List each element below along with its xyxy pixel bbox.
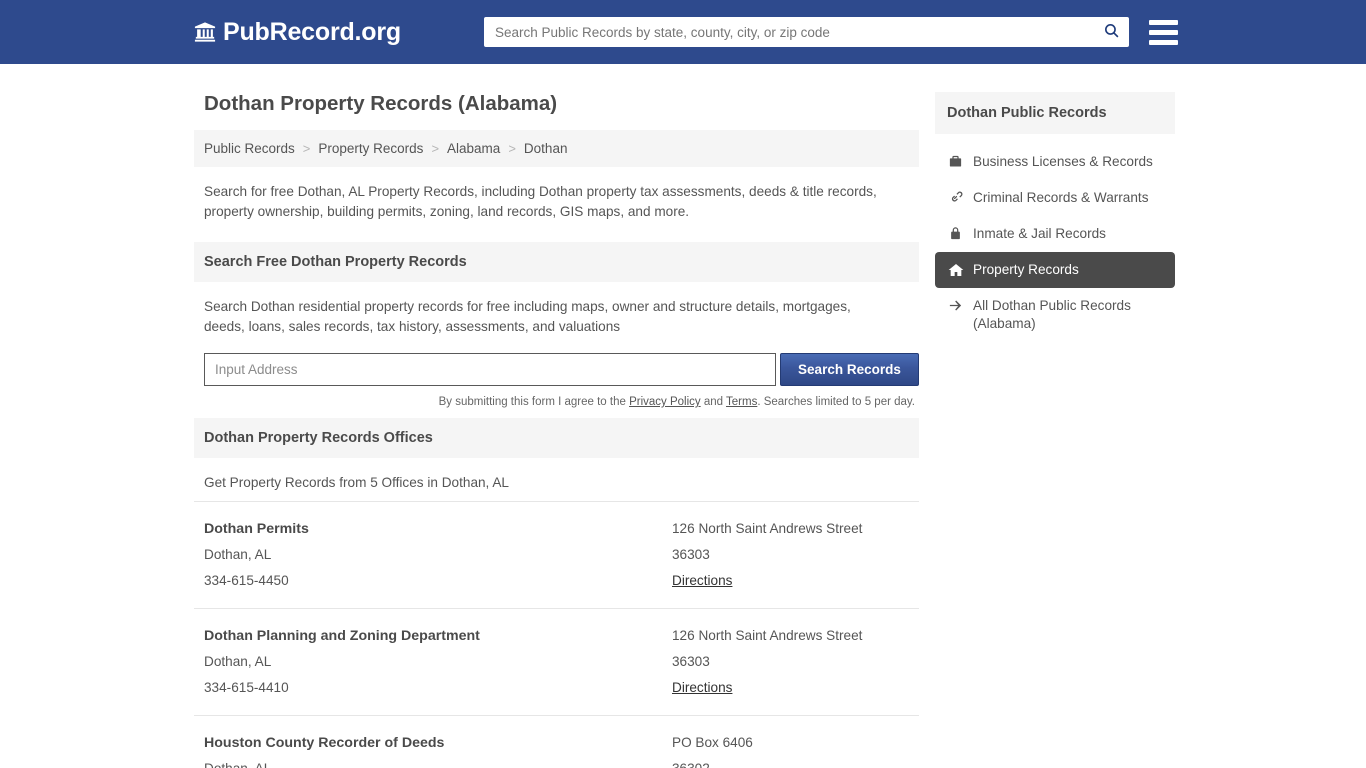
breadcrumb-item-public-records[interactable]: Public Records (204, 141, 295, 156)
office-street: PO Box 6406 (672, 735, 753, 750)
breadcrumb-item-dothan: Dothan (523, 141, 568, 156)
office-name: Dothan Planning and Zoning Department (204, 628, 480, 644)
privacy-policy-link[interactable]: Privacy Policy (629, 396, 701, 408)
office-phone: 334-615-4410 (204, 680, 289, 695)
disclaimer-prefix: By submitting this form I agree to the (438, 396, 630, 408)
terms-link[interactable]: Terms (726, 396, 757, 408)
search-section-heading: Search Free Dothan Property Records (194, 242, 919, 282)
sidebar-list: Business Licenses & Records Criminal Rec… (935, 144, 1175, 342)
office-phone: 334-615-4450 (204, 573, 289, 588)
address-input[interactable] (204, 353, 776, 386)
site-header: PubRecord.org (0, 0, 1366, 64)
page-title: Dothan Property Records (Alabama) (204, 92, 558, 115)
office-city-state: Dothan, AL (204, 654, 272, 669)
main-column: Dothan Property Records (Alabama) Public… (194, 64, 919, 768)
office-street: 126 North Saint Andrews Street (672, 628, 863, 643)
site-logo[interactable]: PubRecord.org (194, 18, 401, 47)
hamburger-bar (1148, 19, 1178, 25)
office-left-col: Dothan Planning and Zoning Department Do… (204, 623, 672, 701)
office-left-col: Dothan Permits Dothan, AL 334-615-4450 (204, 516, 672, 594)
sidebar-item-label: Inmate & Jail Records (973, 226, 1106, 241)
global-search (483, 17, 1129, 47)
office-row: Houston County Recorder of Deeds Dothan,… (194, 715, 919, 768)
office-right-col: PO Box 6406 36302 Directions (672, 730, 909, 768)
breadcrumb-separator: > (508, 141, 516, 156)
sidebar: Dothan Public Records Business Licenses … (935, 64, 1175, 342)
disclaimer-and: and (700, 396, 727, 408)
sidebar-item-label: Property Records (973, 262, 1079, 277)
hamburger-bar (1148, 39, 1178, 45)
university-icon (194, 21, 216, 43)
sidebar-heading: Dothan Public Records (935, 92, 1175, 134)
page-body: Dothan Property Records (Alabama) Public… (0, 64, 1366, 768)
office-row: Dothan Planning and Zoning Department Do… (194, 608, 919, 715)
sidebar-item-criminal-records[interactable]: Criminal Records & Warrants (935, 180, 1175, 216)
breadcrumb: Public Records > Property Records > Alab… (194, 130, 919, 167)
office-street: 126 North Saint Andrews Street (672, 521, 863, 536)
lock-icon (947, 226, 964, 241)
office-zip: 36303 (672, 547, 710, 562)
search-input[interactable] (483, 18, 1095, 46)
search-submit-button[interactable] (1095, 18, 1129, 46)
office-directions-link[interactable]: Directions (672, 573, 732, 588)
offices-section-heading: Dothan Property Records Offices (194, 418, 919, 458)
arrow-right-icon (947, 298, 964, 313)
office-right-col: 126 North Saint Andrews Street 36303 Dir… (672, 516, 909, 594)
sidebar-item-business-licenses[interactable]: Business Licenses & Records (935, 144, 1175, 180)
sidebar-item-label: Criminal Records & Warrants (973, 190, 1149, 205)
breadcrumb-separator: > (302, 141, 311, 156)
office-city-state: Dothan, AL (204, 547, 272, 562)
breadcrumb-item-alabama[interactable]: Alabama (447, 141, 500, 156)
content-container: Dothan Property Records (Alabama) Public… (194, 64, 1180, 768)
office-city-state: Dothan, AL (204, 756, 672, 768)
breadcrumb-item-property-records[interactable]: Property Records (318, 141, 423, 156)
search-section-description: Search Dothan residential property recor… (204, 299, 851, 334)
office-row: Dothan Permits Dothan, AL 334-615-4450 1… (194, 501, 919, 608)
form-disclaimer: By submitting this form I agree to the P… (194, 386, 919, 408)
hamburger-menu-icon[interactable] (1148, 19, 1178, 45)
office-name: Houston County Recorder of Deeds (204, 735, 445, 751)
office-left-col: Houston County Recorder of Deeds Dothan,… (204, 730, 672, 768)
office-right-col: 126 North Saint Andrews Street 36303 Dir… (672, 623, 909, 701)
disclaimer-suffix: . Searches limited to 5 per day. (757, 396, 915, 408)
office-directions-link[interactable]: Directions (672, 680, 732, 695)
search-records-button[interactable]: Search Records (779, 353, 919, 386)
site-logo-text: PubRecord.org (223, 17, 401, 46)
search-icon (1103, 22, 1120, 42)
office-zip: 36303 (672, 654, 710, 669)
breadcrumb-separator: > (431, 141, 440, 156)
home-icon (947, 262, 964, 278)
hamburger-bar (1148, 29, 1178, 35)
offices-section-description: Get Property Records from 5 Offices in D… (204, 475, 509, 490)
briefcase-icon (947, 154, 964, 169)
sidebar-item-property-records[interactable]: Property Records (935, 252, 1175, 288)
address-search-form: Search Records (194, 345, 919, 386)
office-zip: 36302 (672, 756, 909, 768)
link-chain-icon (947, 190, 964, 205)
office-name: Dothan Permits (204, 521, 309, 537)
sidebar-item-all-public-records[interactable]: All Dothan Public Records (Alabama) (935, 288, 1175, 342)
intro-paragraph: Search for free Dothan, AL Property Reco… (204, 184, 877, 219)
sidebar-item-inmate-jail-records[interactable]: Inmate & Jail Records (935, 216, 1175, 252)
sidebar-item-label: Business Licenses & Records (973, 154, 1153, 169)
sidebar-item-label: All Dothan Public Records (Alabama) (973, 298, 1131, 331)
